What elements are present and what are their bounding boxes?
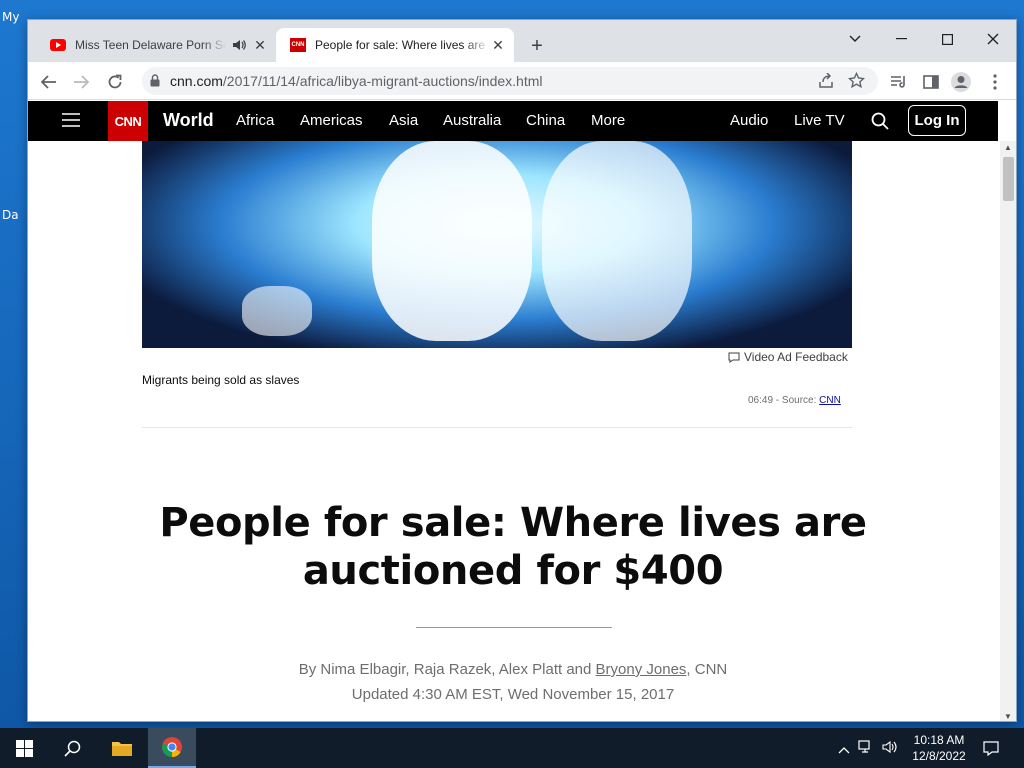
video-source: 06:49 - Source: CNN — [748, 395, 841, 406]
clock[interactable]: 10:18 AM 12/8/2022 — [906, 732, 972, 764]
byline-authors: By Nima Elbagir, Raja Razek, Alex Platt … — [298, 661, 596, 678]
author-link[interactable]: Bryony Jones — [596, 661, 687, 678]
byline: By Nima Elbagir, Raja Razek, Alex Platt … — [142, 661, 884, 678]
scroll-down-icon[interactable]: ▼ — [1004, 712, 1012, 721]
volume-icon[interactable] — [882, 740, 898, 759]
tab-strip: Miss Teen Delaware Porn Scandal ✕ CNN Pe… — [28, 20, 1016, 62]
nav-audio[interactable]: Audio — [730, 112, 768, 129]
tab-youtube[interactable]: Miss Teen Delaware Porn Scandal ✕ — [36, 28, 276, 62]
back-button[interactable] — [36, 69, 62, 95]
clock-date: 12/8/2022 — [912, 749, 966, 763]
browser-toolbar: cnn.com/2017/11/14/africa/libya-migrant-… — [28, 62, 1016, 100]
nav-item-more[interactable]: More — [591, 112, 625, 129]
taskbar: 10:18 AM 12/8/2022 — [0, 728, 1024, 768]
tab-cnn[interactable]: CNN People for sale: Where lives are auc… — [276, 28, 514, 62]
video-duration: 06:49 — [748, 395, 774, 406]
nav-item-asia[interactable]: Asia — [389, 112, 418, 129]
tab-title: People for sale: Where lives are auction… — [315, 38, 490, 52]
article-content: Video Ad Feedback Migrants being sold as… — [28, 141, 1000, 721]
maximize-button[interactable] — [924, 24, 970, 54]
profile-avatar-icon[interactable] — [948, 69, 974, 95]
search-icon[interactable] — [871, 112, 889, 135]
lock-icon[interactable] — [150, 74, 160, 92]
nav-item-africa[interactable]: Africa — [236, 112, 274, 129]
forward-button[interactable] — [68, 69, 94, 95]
hamburger-menu-icon[interactable] — [62, 112, 80, 133]
url-host: cnn.com — [170, 73, 223, 89]
notification-icon[interactable] — [978, 736, 1004, 760]
divider — [142, 427, 852, 428]
minimize-button[interactable] — [878, 24, 924, 54]
share-icon[interactable] — [818, 72, 834, 94]
search-icon[interactable] — [48, 728, 96, 768]
video-caption: Migrants being sold as slaves — [142, 373, 300, 387]
headline-rule — [416, 627, 612, 628]
byline-suffix: , CNN — [686, 661, 728, 678]
scroll-thumb[interactable] — [1003, 157, 1014, 201]
youtube-icon — [50, 39, 66, 51]
ad-feedback-label: Video Ad Feedback — [744, 350, 848, 364]
url-path: /2017/11/14/africa/libya-migrant-auction… — [222, 73, 543, 89]
file-explorer-icon[interactable] — [98, 728, 146, 768]
tab-title: Miss Teen Delaware Porn Scandal — [75, 38, 226, 52]
speaker-icon[interactable] — [232, 39, 246, 51]
windows-start-icon[interactable] — [0, 728, 48, 768]
updated-timestamp: Updated 4:30 AM EST, Wed November 15, 20… — [351, 686, 675, 703]
desktop-icon-label[interactable]: My — [2, 10, 19, 24]
side-panel-icon[interactable] — [918, 69, 944, 95]
chrome-icon[interactable] — [148, 728, 196, 768]
cnn-logo[interactable]: CNN — [108, 101, 148, 141]
close-window-button[interactable] — [970, 24, 1016, 54]
nav-item-china[interactable]: China — [526, 112, 565, 129]
tab-search-icon[interactable] — [832, 24, 878, 54]
new-tab-button[interactable]: + — [526, 35, 548, 57]
cnn-icon: CNN — [290, 38, 306, 52]
source-link[interactable]: CNN — [819, 395, 841, 406]
close-tab-icon[interactable]: ✕ — [252, 37, 268, 53]
login-button[interactable]: Log In — [908, 105, 966, 136]
nav-item-americas[interactable]: Americas — [300, 112, 363, 129]
close-tab-icon[interactable]: ✕ — [490, 37, 506, 53]
source-prefix: - Source: — [773, 395, 820, 406]
chevron-up-icon[interactable] — [838, 741, 850, 759]
menu-kebab-icon[interactable] — [982, 69, 1008, 95]
nav-item-australia[interactable]: Australia — [443, 112, 501, 129]
network-icon[interactable] — [858, 740, 874, 759]
reload-button[interactable] — [102, 69, 128, 95]
article-headline: People for sale: Where lives are auction… — [159, 500, 867, 594]
browser-window: Miss Teen Delaware Porn Scandal ✕ CNN Pe… — [27, 19, 1017, 722]
bookmark-star-icon[interactable] — [847, 71, 866, 94]
desktop-icon-label[interactable]: Da — [2, 208, 19, 222]
cnn-navbar: CNN World Africa Americas Asia Australia… — [28, 101, 998, 141]
video-player[interactable] — [142, 141, 852, 348]
nav-section-world[interactable]: World — [163, 110, 214, 131]
system-tray — [838, 740, 898, 759]
scroll-up-icon[interactable]: ▲ — [1004, 143, 1012, 152]
feedback-icon — [728, 352, 740, 363]
url-text[interactable]: cnn.com/2017/11/14/africa/libya-migrant-… — [170, 73, 543, 89]
media-control-icon[interactable] — [886, 69, 912, 95]
address-bar[interactable]: cnn.com/2017/11/14/africa/libya-migrant-… — [142, 67, 878, 95]
scrollbar[interactable]: ▲ ▼ — [1000, 141, 1016, 721]
nav-live-tv[interactable]: Live TV — [794, 112, 845, 129]
clock-time: 10:18 AM — [913, 733, 965, 747]
video-ad-feedback[interactable]: Video Ad Feedback — [728, 350, 848, 364]
